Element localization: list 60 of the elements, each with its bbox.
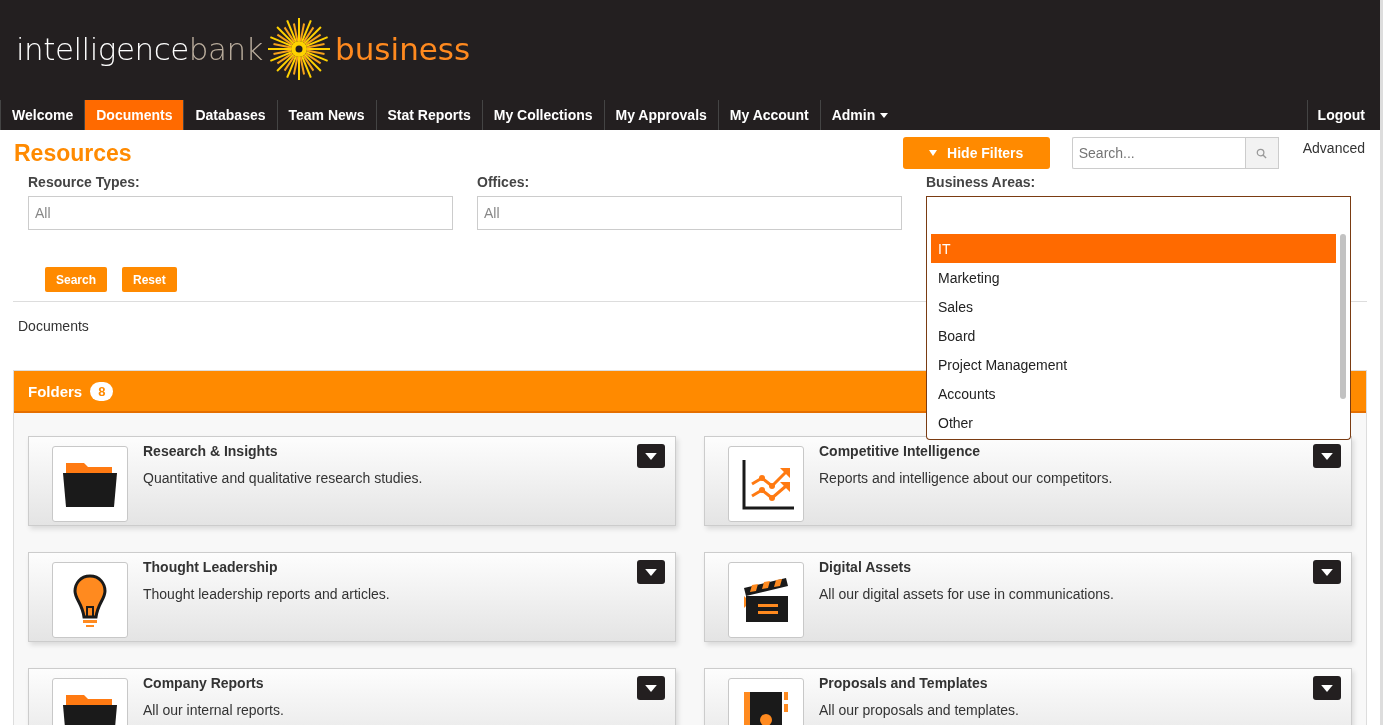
- logo-text: business: [335, 31, 471, 67]
- folder-description: Thought leadership reports and articles.: [143, 586, 390, 602]
- breadcrumb: Documents: [18, 318, 89, 334]
- nav-tab[interactable]: My Account: [717, 100, 820, 130]
- filter-select[interactable]: All: [477, 196, 902, 230]
- dropdown-option[interactable]: Marketing: [931, 263, 1336, 292]
- count-badge: 8: [90, 381, 114, 401]
- folder-title: Research & Insights: [143, 443, 279, 459]
- folder-description: Reports and intelligence about our competitors.: [819, 470, 1113, 486]
- nav-tab[interactable]: My Approvals: [603, 100, 718, 130]
- caret-icon: [645, 452, 657, 460]
- filter-label: Resource Types:: [28, 174, 141, 190]
- nav-tab[interactable]: Team News: [276, 100, 376, 130]
- caret-icon: [645, 568, 657, 576]
- search-field[interactable]: Search...: [1071, 137, 1245, 169]
- dropdown-option[interactable]: Project Management: [931, 350, 1336, 379]
- logo-text: intelligencebank: [16, 31, 264, 67]
- folder-title: Competitive Intelligence: [819, 443, 982, 459]
- folder-description: Quantitative and qualitative research studies.: [143, 470, 423, 486]
- folders-title: Folders: [28, 382, 83, 400]
- nav-tab[interactable]: Stat Reports: [375, 100, 482, 130]
- folder-description: All our proposals and templates.: [819, 702, 1019, 718]
- sunburst-logo-icon: [267, 17, 332, 81]
- folder-card[interactable]: Research & Insights Quantitative and qualitative research studies.: [28, 436, 676, 526]
- nav-tab[interactable]: My Collections: [481, 100, 604, 130]
- advanced-link[interactable]: Advanced: [1302, 140, 1365, 156]
- filter-label: Offices:: [477, 174, 531, 190]
- folder-title: Digital Assets: [819, 559, 913, 575]
- caret-icon: [929, 150, 938, 156]
- folder-card[interactable]: Competitive Intelligence Reports and intelligence about our competitors.: [704, 436, 1352, 526]
- folder-card[interactable]: Thought Leadership Thought leadership reports and articles.: [28, 552, 676, 642]
- caret-icon: [1321, 684, 1333, 692]
- dropdown-option[interactable]: Board: [931, 321, 1336, 350]
- caret-icon: [645, 684, 657, 692]
- folder-description: All our internal reports.: [143, 702, 284, 718]
- dropdown-option[interactable]: Other: [931, 408, 1336, 437]
- folder-card[interactable]: Proposals and Templates All our proposals and templates.: [704, 668, 1352, 725]
- folder-card[interactable]: Company Reports All our internal reports.: [28, 668, 676, 725]
- folder-description: All our digital assets for use in communications.: [819, 586, 1114, 602]
- folder-menu-button[interactable]: [637, 444, 665, 468]
- folder-menu-button[interactable]: [1313, 560, 1341, 584]
- nav-tab[interactable]: Admin: [819, 100, 900, 130]
- folder-title: Thought Leadership: [143, 559, 279, 575]
- search-icon: [1256, 147, 1268, 159]
- caret-icon: [1321, 452, 1333, 460]
- dropdown-option[interactable]: Sales: [931, 292, 1336, 321]
- folder-menu-button[interactable]: [1313, 444, 1341, 468]
- logout-link[interactable]: Logout: [1306, 100, 1380, 130]
- dropdown-option[interactable]: Accounts: [931, 379, 1336, 408]
- folder-title: Proposals and Templates: [819, 675, 989, 691]
- folder-menu-button[interactable]: [637, 560, 665, 584]
- folder-card[interactable]: Digital Assets All our digital assets for use in communications.: [704, 552, 1352, 642]
- filter-label: Business Areas:: [926, 174, 1037, 190]
- caret-icon: [1321, 568, 1333, 576]
- page-title: Resources: [14, 140, 132, 167]
- folder-menu-button[interactable]: [637, 676, 665, 700]
- folder-title: Company Reports: [143, 675, 265, 691]
- filter-select[interactable]: All: [28, 196, 453, 230]
- folder-menu-button[interactable]: [1313, 676, 1341, 700]
- nav-tab[interactable]: Databases: [183, 100, 277, 130]
